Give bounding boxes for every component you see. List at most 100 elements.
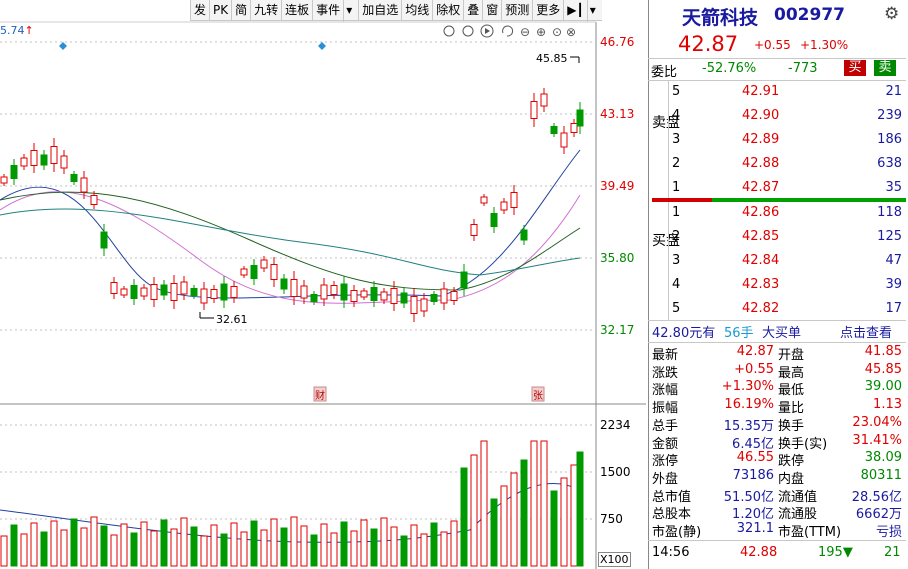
volume-bar [310,534,318,567]
high-annotation: 45.85 [536,52,568,65]
close-icon[interactable]: ⊗ [566,25,576,39]
candle-body [220,283,228,301]
stat-value: 亏损 [875,525,902,540]
level-volume: 239 [877,108,902,123]
candle-body [400,292,408,304]
zoom-in-icon[interactable]: ⊕ [536,25,546,39]
sell-button[interactable]: 卖 [874,60,896,76]
stat-label: 金额 [652,436,679,452]
eye-icon[interactable] [443,25,455,37]
candle-body [340,283,348,301]
stat-value: 1.20亿 [732,507,774,523]
stat-value: 73186 [732,467,774,483]
event-marker-icon[interactable] [59,42,67,50]
big-order-qty: 56手 [724,326,754,341]
stat-label: 量比 [778,401,805,417]
level-number: 5 [672,301,681,316]
volume-bar [350,530,358,567]
stat-value: 23.04% [852,414,902,430]
order-book-row[interactable]: 4 42.83 39 [648,277,906,298]
ma-lines [0,149,581,543]
level-number: 1 [672,205,681,220]
down-arrow-icon: ▼ [842,545,853,560]
view-details-link[interactable]: 点击查看 [840,322,892,341]
weibi-pct: -52.76% [702,61,757,76]
candle-body [430,294,438,302]
price-change: +0.55 [754,38,791,52]
restore-icon[interactable]: ⊙ [552,25,562,39]
order-book-row[interactable]: 2 42.88 638 [648,156,906,177]
candle-body [500,201,508,211]
order-book-row[interactable]: 4 42.90 239 [648,108,906,129]
level-price: 42.89 [742,132,780,147]
volume-bar [380,517,388,567]
volume-bar [180,517,188,567]
event-marker-icon[interactable] [318,42,326,50]
level-number: 2 [672,156,681,171]
volume-bar [70,518,78,567]
stat-label: 振幅 [652,401,679,417]
kline-chart-area[interactable]: 5.74↑ 发 PK 简 九转 连板 事件 ▾ 加自选 均线 除权 叠 窗 预测… [0,0,646,569]
candle-body [520,229,528,241]
candle-body [250,265,258,279]
buy-button[interactable]: 买 [844,60,866,76]
candle-body [130,285,138,299]
candle-body [510,192,518,208]
price-change-pct: +1.30% [800,38,849,52]
order-book-row[interactable]: 5 42.91 21 [648,84,906,105]
candle-body [370,287,378,301]
settings-gear-icon[interactable]: ⚙ [884,4,899,24]
candle-body [270,264,278,280]
candle-body [530,101,538,119]
stat-value: 41.85 [864,344,902,359]
quote-panel: 天箭科技 002977 ⚙ 42.87 +0.55 +1.30% 委比 -52.… [648,0,908,569]
price-axis-label: 43.13 [600,107,635,121]
candle-body [10,165,18,179]
volume-bar [270,518,278,567]
event-flag-zhang[interactable]: 张 [533,390,543,402]
order-book-row[interactable]: 2 42.85 125 [648,229,906,250]
candle-body [576,109,584,127]
volume-bar [80,527,88,567]
candle-body [360,290,368,298]
volume-bar [340,521,348,567]
order-book-row[interactable]: 5 42.82 17 [648,301,906,322]
volume-bar [120,523,128,567]
candle-body [260,259,268,269]
volume-bar [370,528,378,567]
level-number: 4 [672,277,681,292]
stat-label: 涨停 [652,454,679,470]
stats-row: 市盈(静) 321.1 市盈(TTM) 亏损 [648,521,906,542]
event-flag-cai[interactable]: 财 [315,389,325,402]
level-volume: 125 [877,229,902,244]
candle-body [60,155,68,169]
zoom-out-icon[interactable]: ⊖ [520,25,530,39]
order-book-row[interactable]: 3 42.89 186 [648,132,906,153]
volume-bar [90,516,98,567]
volume-bar [100,525,108,567]
stat-label: 流通股 [778,507,818,523]
order-book-row[interactable]: 3 42.84 47 [648,253,906,274]
pan-hand-icon[interactable] [462,25,474,37]
weibi-diff: -773 [788,61,818,76]
candle-body [320,284,328,300]
price-axis-label: 32.17 [600,323,635,337]
level-volume: 35 [885,180,902,195]
level-number: 2 [672,229,681,244]
volume-bar [530,440,538,567]
candle-body [120,288,128,296]
volume-axis-label: 2234 [600,418,631,432]
undo-icon[interactable] [502,25,514,37]
volume-bar [400,535,408,567]
order-book-row[interactable]: 1 42.86 118 [648,205,906,226]
price-axis-label: 35.80 [600,251,635,265]
stock-code: 002977 [774,5,845,25]
candle-body [50,146,58,164]
candle-body [290,279,298,297]
volume-bar [410,524,418,567]
candle-body [450,291,458,301]
big-order-type: 大买单 [762,326,802,341]
candle-body [210,289,218,299]
volume-bar [170,528,178,567]
volume-bar [490,498,498,567]
